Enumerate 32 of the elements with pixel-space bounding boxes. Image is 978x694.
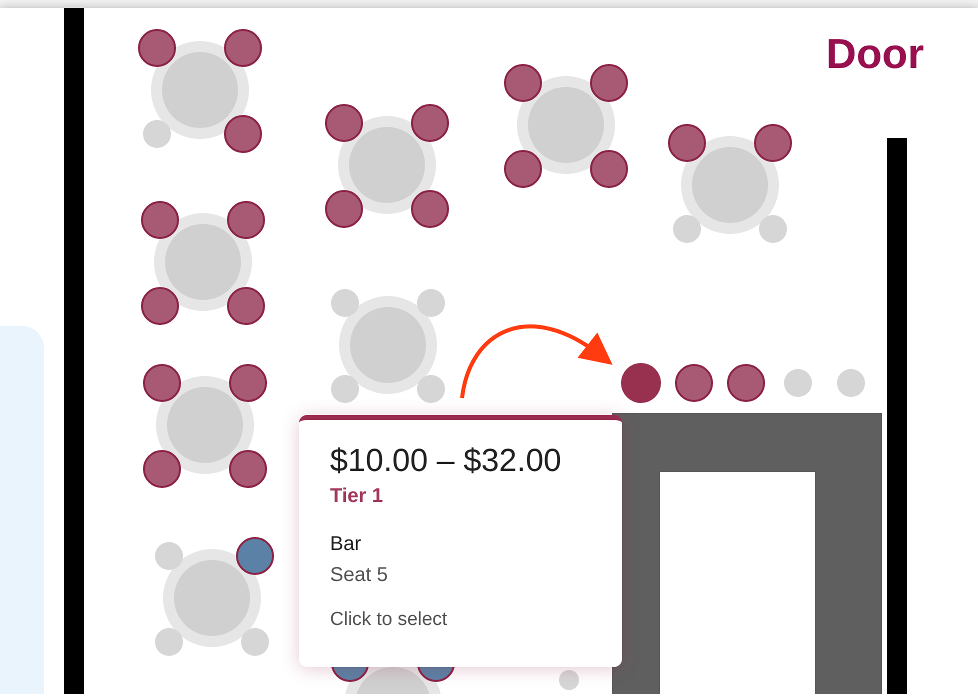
seat[interactable] bbox=[141, 201, 179, 239]
seat[interactable] bbox=[138, 29, 176, 67]
seat[interactable] bbox=[143, 450, 181, 488]
seat[interactable] bbox=[727, 364, 765, 402]
seat[interactable] bbox=[227, 287, 265, 325]
seat[interactable] bbox=[411, 104, 449, 142]
seat[interactable] bbox=[504, 64, 542, 102]
seat[interactable] bbox=[621, 363, 661, 403]
seat[interactable] bbox=[224, 29, 262, 67]
tier-label: Tier 1 bbox=[330, 485, 384, 508]
seat-label: Seat 5 bbox=[330, 564, 389, 587]
seat[interactable] bbox=[141, 287, 179, 325]
seat[interactable] bbox=[224, 115, 262, 153]
seat[interactable] bbox=[504, 150, 542, 188]
seat[interactable] bbox=[675, 364, 713, 402]
section-label: Bar bbox=[330, 533, 362, 556]
seat[interactable] bbox=[143, 364, 181, 402]
price-range: $10.00 – $32.00 bbox=[330, 442, 562, 479]
seat[interactable] bbox=[325, 104, 363, 142]
hint-text: Click to select bbox=[330, 609, 448, 631]
seat[interactable] bbox=[236, 537, 274, 575]
seat[interactable] bbox=[227, 201, 265, 239]
seat bbox=[559, 670, 579, 690]
seat[interactable] bbox=[325, 190, 363, 228]
seat[interactable] bbox=[411, 190, 449, 228]
seat[interactable] bbox=[668, 124, 706, 162]
seat[interactable] bbox=[229, 364, 267, 402]
door-label: Door bbox=[826, 30, 924, 78]
seat[interactable] bbox=[754, 124, 792, 162]
seat[interactable] bbox=[590, 64, 628, 102]
seat[interactable] bbox=[229, 450, 267, 488]
seat[interactable] bbox=[590, 150, 628, 188]
